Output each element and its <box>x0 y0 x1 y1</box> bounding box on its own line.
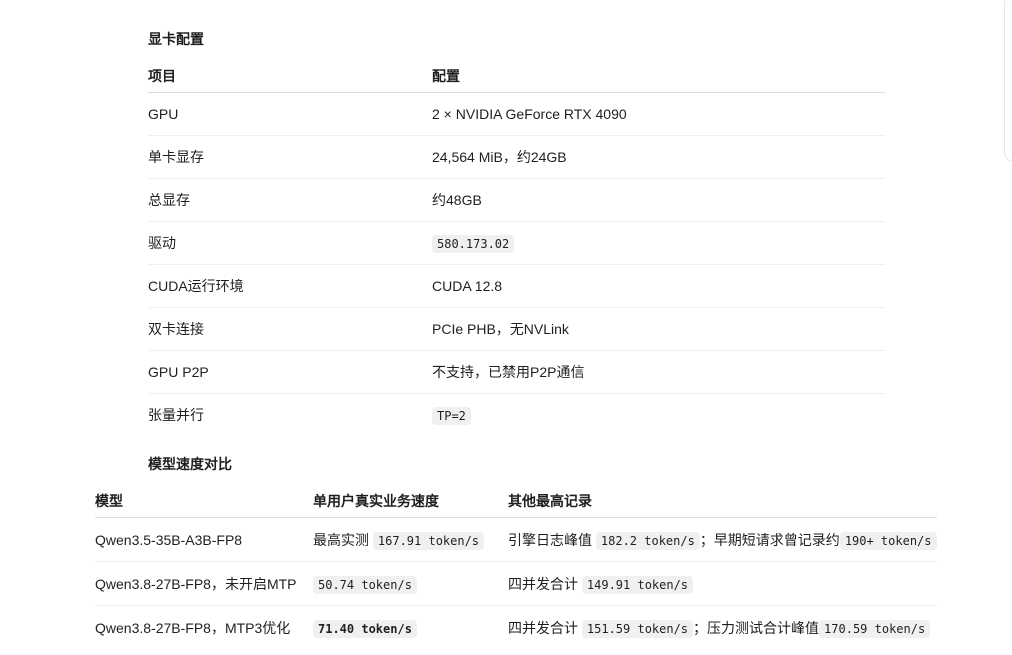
other-code: 151.59 token/s <box>581 619 694 638</box>
table-row: GPU P2P 不支持，已禁用P2P通信 <box>148 350 885 394</box>
table-row: 张量并行 TP=2 <box>148 394 885 437</box>
row-item: 驱动 <box>148 221 432 265</box>
other-code: 190+ token/s <box>839 531 937 550</box>
row-value: 24,564 MiB，约24GB <box>432 135 885 179</box>
row-value: 2 × NVIDIA GeForce RTX 4090 <box>432 92 885 136</box>
other-text: 四并发合计 <box>508 619 578 636</box>
table-row: 单卡显存 24,564 MiB，约24GB <box>148 135 885 179</box>
table-row: CUDA运行环境 CUDA 12.8 <box>148 264 885 308</box>
row-value-cell: 580.173.02 <box>432 221 885 265</box>
speed-cell: 最高实测 167.91 token/s <box>313 517 508 562</box>
col-header-single-user-speed: 单用户真实业务速度 <box>313 484 508 518</box>
speed-code: 50.74 token/s <box>313 575 417 594</box>
other-text: 早期短请求曾记录约 <box>713 531 840 548</box>
speed-cell: 50.74 token/s <box>313 561 508 606</box>
model-speed-title: 模型速度对比 <box>148 456 232 472</box>
table-row: Qwen3.8-27B-FP8，未开启MTP 50.74 token/s 四并发… <box>95 561 937 606</box>
col-header-item: 项目 <box>148 59 432 93</box>
table-row: GPU 2 × NVIDIA GeForce RTX 4090 <box>148 92 885 136</box>
col-header-other-records: 其他最高记录 <box>508 484 937 518</box>
model-name: Qwen3.8-27B-FP8，未开启MTP <box>95 561 313 606</box>
tp-code: TP=2 <box>432 407 471 425</box>
other-text: 引擎日志峰值 <box>508 531 592 548</box>
table-header-row: 模型 单用户真实业务速度 其他最高记录 <box>95 484 937 518</box>
side-panel-edge <box>1004 0 1012 162</box>
table-row: 驱动 580.173.02 <box>148 221 885 265</box>
driver-version-code: 580.173.02 <box>432 235 515 253</box>
row-item: 张量并行 <box>148 407 204 423</box>
gpu-config-table: 项目 配置 GPU 2 × NVIDIA GeForce RTX 4090 单卡… <box>148 59 885 436</box>
row-item: GPU <box>148 92 432 136</box>
col-header-model: 模型 <box>95 484 313 518</box>
other-code: 149.91 token/s <box>581 575 694 594</box>
other-records-cell: 引擎日志峰值 182.2 token/s ；早期短请求曾记录约 190+ token… <box>508 517 937 562</box>
table-row: Qwen3.8-27B-FP8，MTP3优化 71.40 token/s 四并发… <box>95 606 937 650</box>
speed-prefix: 最高实测 <box>313 531 369 548</box>
table-row: 双卡连接 PCIe PHB，无NVLink <box>148 307 885 351</box>
table-header-row: 项目 配置 <box>148 59 885 93</box>
row-value-cell: TP=2 <box>432 394 885 437</box>
row-value: 不支持，已禁用P2P通信 <box>432 350 885 394</box>
speed-cell: 71.40 token/s <box>313 606 508 650</box>
speed-code: 167.91 token/s <box>372 531 485 550</box>
col-header-config: 配置 <box>432 59 885 93</box>
other-code: 170.59 token/s <box>819 619 931 638</box>
other-text: 四并发合计 <box>508 575 578 592</box>
row-value: CUDA 12.8 <box>432 264 885 308</box>
model-name: Qwen3.8-27B-FP8，MTP3优化 <box>95 619 291 636</box>
row-item: GPU P2P <box>148 350 432 394</box>
speed-code: 71.40 token/s <box>313 619 417 638</box>
model-speed-table: 模型 单用户真实业务速度 其他最高记录 Qwen3.5-35B-A3B-FP8 … <box>95 484 937 649</box>
table-row: 总显存 约48GB <box>148 178 885 222</box>
other-text: 压力测试合计峰值 <box>707 619 820 636</box>
row-item: 总显存 <box>148 178 432 222</box>
table-row: Qwen3.5-35B-A3B-FP8 最高实测 167.91 token/s … <box>95 517 937 562</box>
gpu-config-title: 显卡配置 <box>148 31 204 47</box>
other-records-cell: 四并发合计 151.59 token/s ；压力测试合计峰值 170.59 toke… <box>508 606 937 650</box>
row-item: 单卡显存 <box>148 135 432 179</box>
separator: ； <box>693 619 708 636</box>
row-item: 双卡连接 <box>148 307 432 351</box>
row-item: CUDA运行环境 <box>148 264 432 308</box>
separator: ； <box>699 531 714 548</box>
other-code: 182.2 token/s <box>595 531 700 550</box>
other-records-cell: 四并发合计 149.91 token/s <box>508 561 937 606</box>
model-name: Qwen3.5-35B-A3B-FP8 <box>95 517 313 562</box>
row-value: PCIe PHB，无NVLink <box>432 307 885 351</box>
row-value: 约48GB <box>432 178 885 222</box>
